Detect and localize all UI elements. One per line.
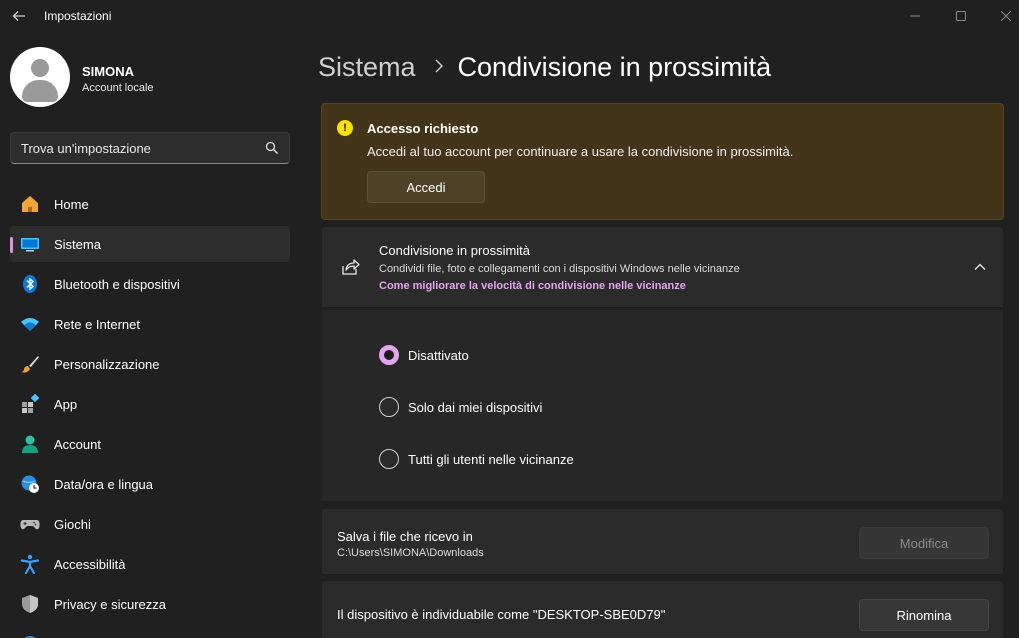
radio-button-selected[interactable] [379, 345, 399, 365]
sidebar-item-privacy[interactable]: Privacy e sicurezza [10, 586, 290, 622]
breadcrumb-parent[interactable]: Sistema [318, 52, 416, 83]
sign-in-required-banner: ! Accesso richiesto Accedi al tuo accoun… [321, 103, 1004, 220]
home-icon [20, 194, 40, 214]
sidebar-item-data-ora[interactable]: Data/ora e lingua [10, 466, 290, 502]
sidebar-item-app[interactable]: App [10, 386, 290, 422]
radio-label: Tutti gli utenti nelle vicinanze [408, 451, 574, 467]
avatar [10, 47, 70, 107]
user-profile[interactable]: SIMONA Account locale [10, 47, 290, 111]
minimize-icon [910, 15, 920, 17]
sidebar-item-label: Personalizzazione [54, 357, 160, 372]
sidebar-item-rete[interactable]: Rete e Internet [10, 306, 290, 342]
sidebar-item-personalizzazione[interactable]: Personalizzazione [10, 346, 290, 382]
share-icon [342, 259, 360, 275]
sidebar-item-account[interactable]: Account [10, 426, 290, 462]
sidebar-item-label: Accessibilità [54, 557, 126, 572]
radio-option-everyone[interactable]: Tutti gli utenti nelle vicinanze [379, 448, 574, 470]
sidebar-item-label: Giochi [54, 517, 91, 532]
back-button[interactable] [6, 3, 32, 29]
sidebar-item-windows-update[interactable] [10, 626, 290, 638]
sidebar-item-bluetooth[interactable]: Bluetooth e dispositivi [10, 266, 290, 302]
app-title: Impostazioni [44, 9, 112, 23]
profile-account-type: Account locale [82, 82, 154, 94]
rename-button[interactable]: Rinomina [859, 599, 989, 631]
wifi-icon [20, 314, 40, 334]
chevron-right-icon [434, 57, 444, 78]
banner-text: Accedi al tuo account per continuare a u… [367, 144, 794, 159]
save-location-title: Salva i file che ricevo in [337, 529, 473, 544]
bluetooth-icon [20, 274, 40, 294]
sign-in-button[interactable]: Accedi [367, 171, 485, 203]
radio-label: Solo dai miei dispositivi [408, 399, 543, 415]
sidebar-item-home[interactable]: Home [10, 186, 290, 222]
sidebar-item-giochi[interactable]: Giochi [10, 506, 290, 542]
gamepad-icon [20, 514, 40, 534]
sidebar-item-label: App [54, 397, 78, 412]
sidebar-item-label: Privacy e sicurezza [54, 597, 166, 612]
save-location-path: C:\Users\SIMONA\Downloads [337, 547, 484, 559]
save-location-card: Salva i file che ricevo in C:\Users\SIMO… [321, 508, 1004, 575]
account-icon [20, 434, 40, 454]
sidebar-item-sistema[interactable]: Sistema [10, 226, 290, 262]
shield-icon [20, 594, 40, 614]
apps-icon [20, 394, 40, 414]
chevron-up-icon[interactable] [973, 260, 987, 274]
sidebar-item-label: Home [54, 197, 89, 212]
minimize-button[interactable] [892, 0, 938, 32]
warning-icon: ! [337, 120, 353, 136]
maximize-icon [956, 11, 966, 21]
maximize-button[interactable] [938, 0, 984, 32]
title-bar: Impostazioni [0, 0, 1019, 32]
search-input[interactable]: Trova un'impostazione [10, 132, 290, 164]
sidebar-nav: Home Sistema Bluetooth e dispositivi Ret… [10, 186, 290, 638]
radio-option-off[interactable]: Disattivato [379, 344, 469, 366]
sidebar-item-accessibilita[interactable]: Accessibilità [10, 546, 290, 582]
back-arrow-icon [12, 11, 25, 21]
system-icon [20, 234, 40, 254]
search-placeholder: Trova un'impostazione [21, 141, 151, 156]
device-discoverable-text: Il dispositivo è individuabile come "DES… [337, 607, 666, 622]
sidebar-item-label: Sistema [54, 237, 101, 252]
profile-name: SIMONA [82, 64, 134, 79]
device-name-card: Il dispositivo è individuabile come "DES… [321, 580, 1004, 638]
brush-icon [20, 354, 40, 374]
update-icon [20, 634, 40, 638]
sidebar-item-label: Data/ora e lingua [54, 477, 154, 492]
radio-button[interactable] [379, 449, 399, 469]
nearby-share-header[interactable]: Condivisione in prossimità Condividi fil… [321, 226, 1004, 308]
sidebar-item-label: Bluetooth e dispositivi [54, 277, 180, 292]
radio-label: Disattivato [408, 347, 469, 363]
sidebar-item-label: Account [54, 437, 101, 452]
change-location-button[interactable]: Modifica [859, 527, 989, 559]
close-button[interactable] [983, 0, 1019, 32]
breadcrumb: Sistema Condivisione in prossimità [318, 50, 771, 84]
improve-speed-link[interactable]: Come migliorare la velocità di condivisi… [379, 280, 686, 292]
sidebar-item-label: Rete e Internet [54, 317, 140, 332]
radio-option-my-devices[interactable]: Solo dai miei dispositivi [379, 396, 542, 418]
search-icon [265, 141, 278, 154]
nearby-share-title: Condivisione in prossimità [379, 243, 531, 258]
banner-title: Accesso richiesto [367, 121, 479, 136]
close-icon [1001, 11, 1011, 21]
globe-clock-icon [20, 474, 40, 494]
page-title: Condivisione in prossimità [457, 51, 772, 82]
accessibility-icon [20, 554, 40, 574]
radio-button[interactable] [379, 397, 399, 417]
nearby-share-options: Disattivato Solo dai miei dispositivi Tu… [321, 309, 1004, 502]
nearby-share-description: Condividi file, foto e collegamenti con … [379, 263, 740, 275]
